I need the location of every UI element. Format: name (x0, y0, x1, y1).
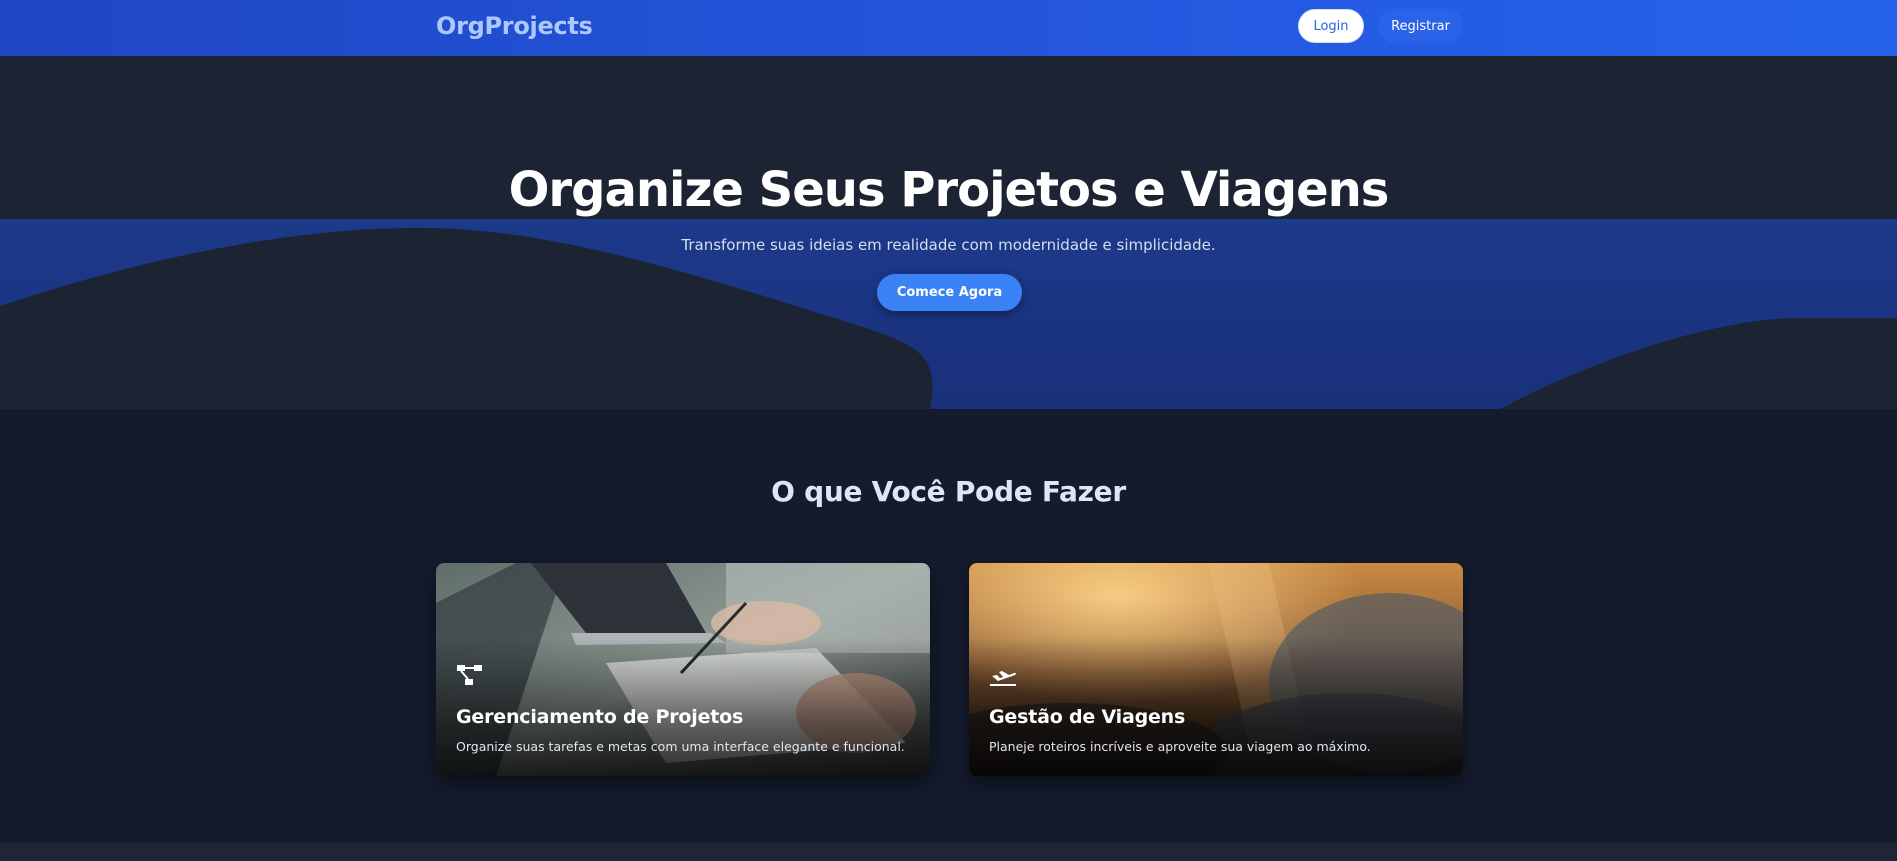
top-navbar: OrgProjects Login Registrar (0, 0, 1897, 56)
project-diagram-icon (457, 665, 482, 685)
plane-departure-icon (990, 671, 1016, 686)
hero-subtitle: Transforme suas ideias em realidade com … (681, 236, 1216, 254)
card-description: Organize suas tarefas e metas com uma in… (456, 739, 905, 754)
hero-wave-shape (0, 227, 1897, 409)
card-description: Planeje roteiros incríveis e aproveite s… (989, 739, 1371, 754)
hero-section: Organize Seus Projetos e Viagens Transfo… (0, 56, 1897, 409)
feature-card-travel[interactable]: Gestão de Viagens Planeje roteiros incrí… (969, 563, 1463, 776)
brand-logo[interactable]: OrgProjects (436, 12, 593, 40)
card-title: Gerenciamento de Projetos (456, 706, 744, 728)
login-button[interactable]: Login (1298, 9, 1364, 43)
register-button[interactable]: Registrar (1378, 9, 1463, 43)
card-title: Gestão de Viagens (989, 706, 1186, 728)
get-started-button[interactable]: Comece Agora (877, 274, 1022, 311)
hero-title: Organize Seus Projetos e Viagens (508, 162, 1390, 218)
footer-strip (0, 843, 1897, 861)
feature-card-projects[interactable]: Gerenciamento de Projetos Organize suas … (436, 563, 930, 776)
features-title: O que Você Pode Fazer (771, 475, 1126, 508)
